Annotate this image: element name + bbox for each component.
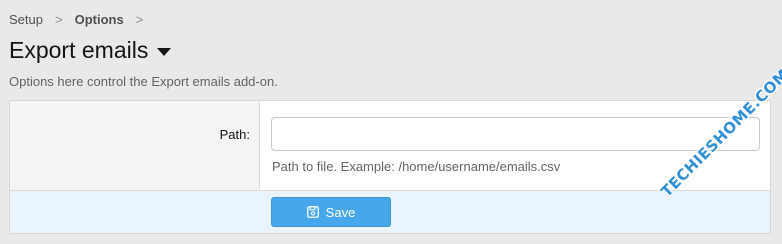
page: Setup > Options > Export emails Options … (0, 0, 782, 244)
path-input[interactable] (271, 117, 760, 151)
title-row: Export emails (9, 37, 172, 64)
page-description: Options here control the Export emails a… (9, 74, 278, 89)
breadcrumb-separator-icon: > (135, 12, 144, 27)
breadcrumb-item-options[interactable]: Options (75, 12, 124, 27)
form-row-path: Path: Path to file. Example: /home/usern… (10, 101, 770, 191)
caret-down-icon[interactable] (157, 48, 172, 56)
path-hint: Path to file. Example: /home/username/em… (272, 159, 561, 174)
page-title: Export emails (9, 37, 149, 63)
breadcrumb-separator-icon: > (54, 12, 63, 27)
path-label: Path: (219, 127, 250, 142)
save-button[interactable]: Save (271, 197, 391, 227)
floppy-disk-icon (306, 206, 319, 218)
breadcrumb-item-setup[interactable]: Setup (9, 12, 43, 27)
save-button-label: Save (325, 204, 356, 220)
form-footer: Save (10, 191, 770, 233)
label-column: Path: (10, 101, 260, 190)
breadcrumb: Setup > Options > (9, 12, 155, 27)
options-form: Path: Path to file. Example: /home/usern… (9, 100, 771, 234)
